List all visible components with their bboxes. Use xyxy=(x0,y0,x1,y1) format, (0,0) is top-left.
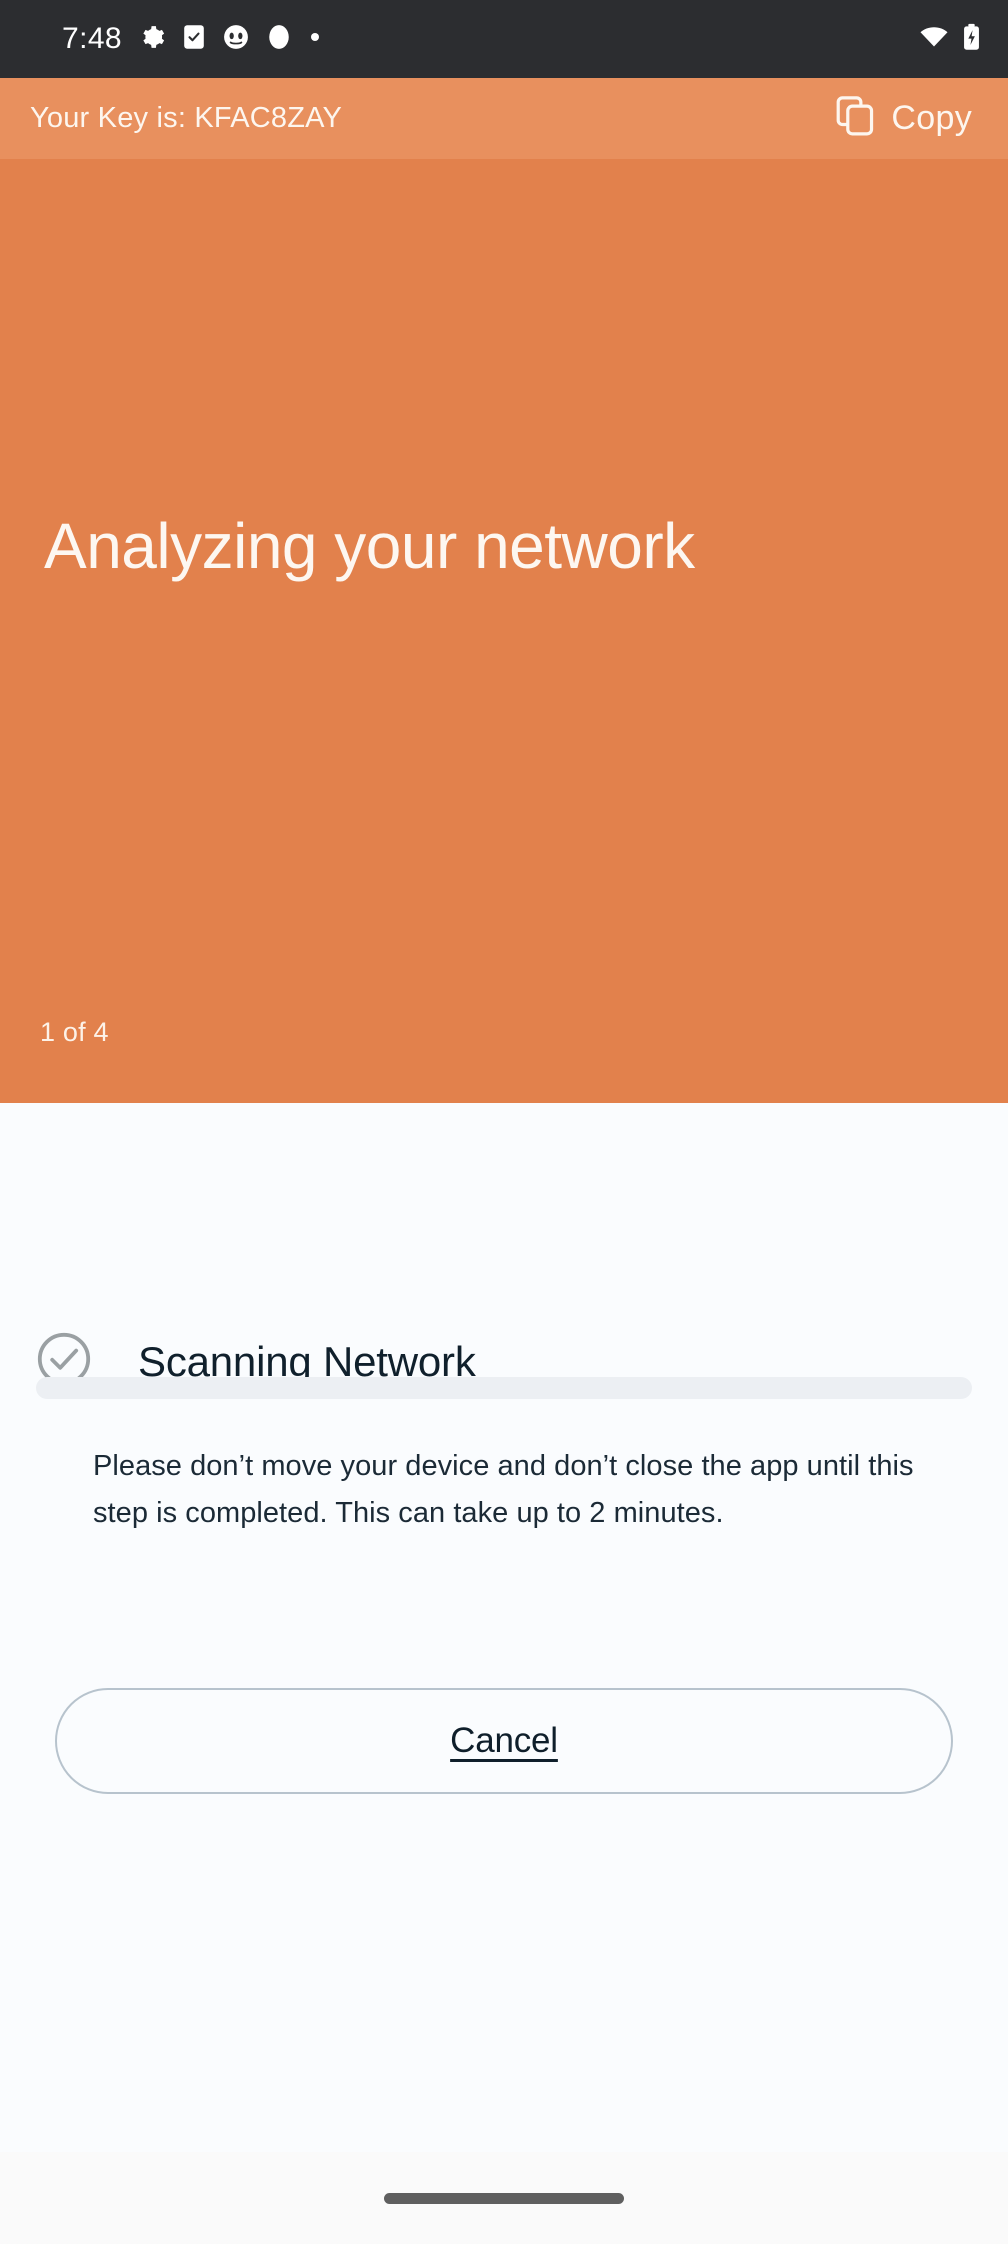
status-bar-right xyxy=(919,23,980,56)
home-gesture-pill[interactable] xyxy=(384,2192,624,2204)
cancel-button-label: Cancel xyxy=(450,1721,558,1760)
copy-label: Copy xyxy=(891,99,972,137)
key-text: Your Key is: KFAC8ZAY xyxy=(30,102,343,134)
task-checkbox-icon xyxy=(182,24,206,55)
copy-icon xyxy=(836,96,874,141)
step-counter: 1 of 4 xyxy=(40,1017,109,1047)
small-dot-icon xyxy=(309,30,321,48)
status-bar-left: 7:48 xyxy=(62,22,321,56)
step-panel: Scanning Network Please don’t move your … xyxy=(0,1103,1008,2152)
instructions-text: Please don’t move your device and don’t … xyxy=(93,1450,914,1529)
copy-button[interactable]: Copy xyxy=(836,96,972,141)
progress-bar xyxy=(36,1377,972,1399)
key-bar: Your Key is: KFAC8ZAY Copy xyxy=(0,78,1008,159)
dot-circle-icon xyxy=(266,24,292,55)
battery-charging-icon xyxy=(963,23,980,56)
page-title: Analyzing your network xyxy=(44,510,695,582)
app-root: 7:48 Your Key is: KFAC8ZAY Copy Analyzin… xyxy=(0,0,1008,2244)
gear-icon xyxy=(139,24,165,55)
system-navigation-bar xyxy=(0,2152,1008,2244)
app-face-icon xyxy=(223,24,249,55)
status-bar: 7:48 xyxy=(0,0,1008,78)
cancel-button[interactable]: Cancel xyxy=(55,1688,953,1794)
status-bar-clock: 7:48 xyxy=(62,22,122,55)
hero-section: Analyzing your network 1 of 4 xyxy=(0,159,1008,1103)
wifi-icon xyxy=(919,24,949,55)
